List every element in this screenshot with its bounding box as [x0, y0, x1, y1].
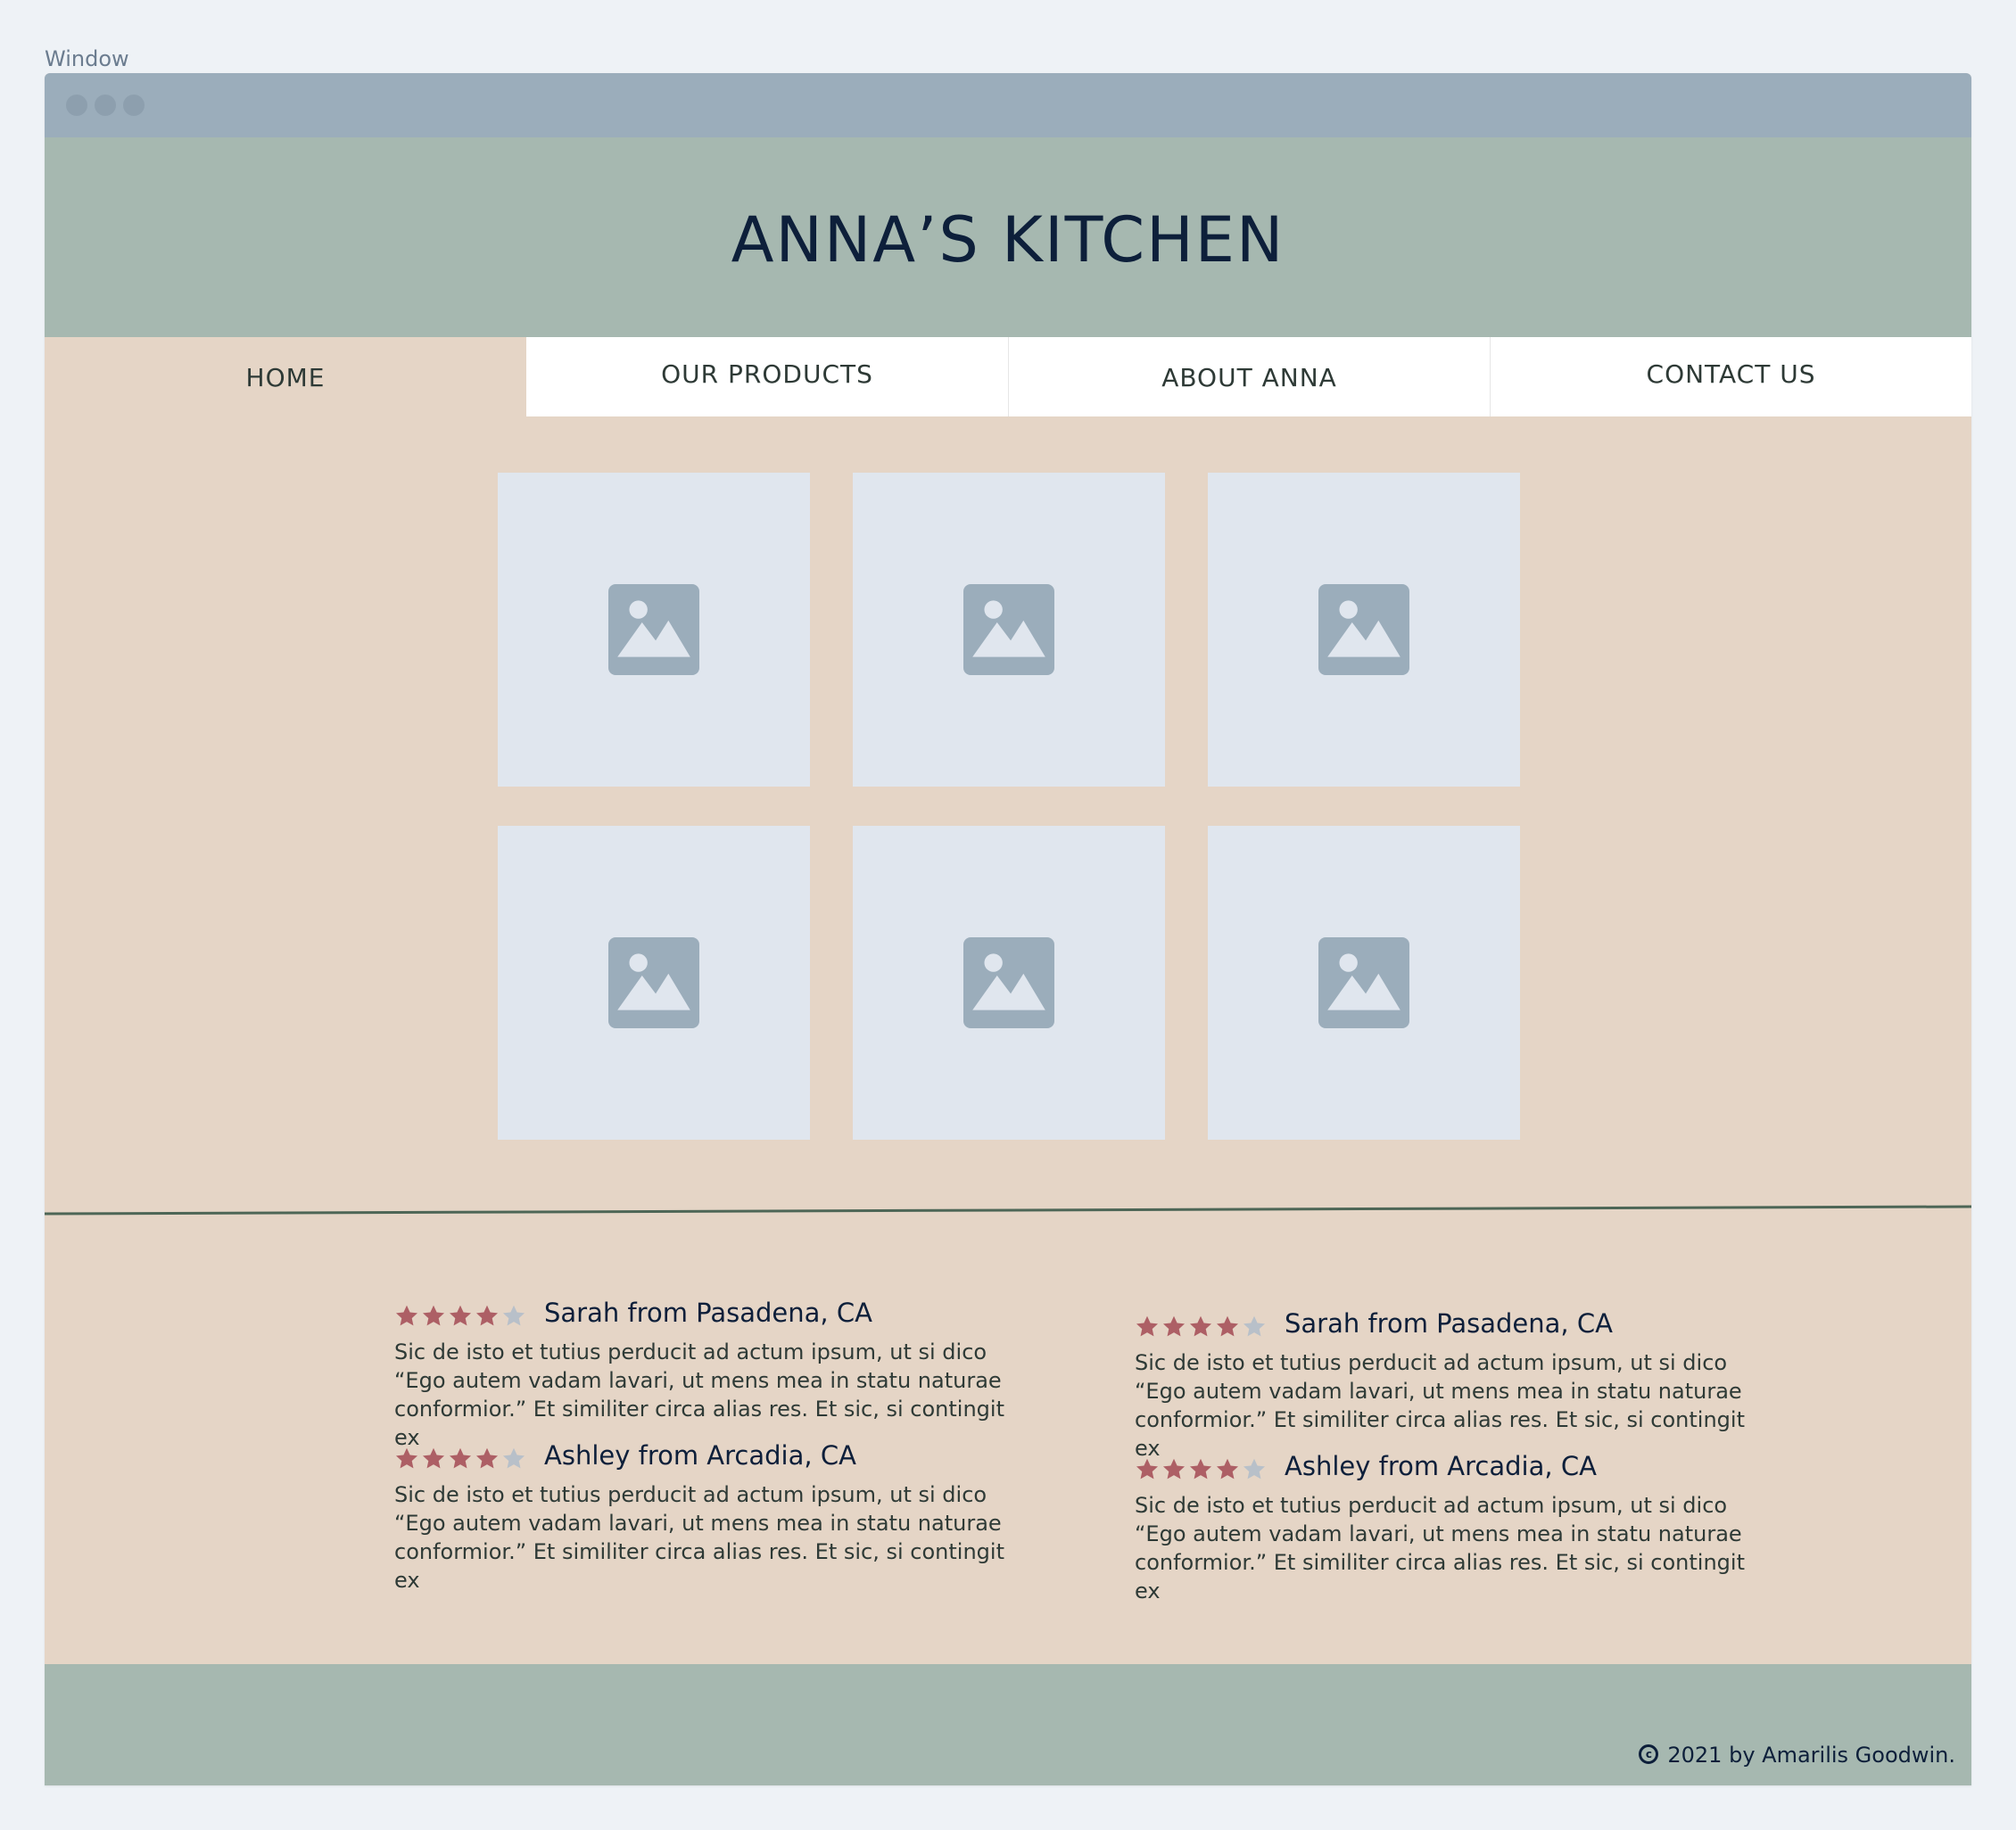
nav-item-home[interactable]: HOME — [45, 337, 526, 416]
review-text: Sic de isto et tutius perducit ad actum … — [1135, 1493, 1745, 1603]
review-card: Sarah from Pasadena, CA Sic de isto et t… — [1135, 1308, 1759, 1461]
nav-item-contact-us[interactable]: CONTACT US — [1490, 337, 1971, 416]
star-filled-icon — [1189, 1315, 1212, 1337]
star-filled-icon — [422, 1305, 445, 1326]
image-placeholder-icon — [1318, 937, 1409, 1028]
copyright-notice: c 2021 by Amarilis Goodwin. — [1639, 1743, 1955, 1768]
nav-item-label: CONTACT US — [1646, 359, 1816, 389]
gallery-image-2[interactable] — [853, 473, 1165, 787]
star-filled-icon — [1216, 1458, 1239, 1480]
window-close-dot[interactable] — [66, 95, 87, 116]
star-empty-icon — [502, 1305, 525, 1326]
reviewer-name: Sarah from Pasadena, CA — [544, 1298, 872, 1328]
star-filled-icon — [1189, 1458, 1212, 1480]
star-filled-icon — [1162, 1315, 1186, 1337]
star-filled-icon — [395, 1305, 418, 1326]
window-titlebar[interactable] — [45, 73, 1971, 137]
star-filled-icon — [449, 1305, 472, 1326]
copyright-text: 2021 by Amarilis Goodwin. — [1667, 1743, 1955, 1768]
window-label: Window — [45, 46, 129, 71]
reviewer-name: Sarah from Pasadena, CA — [1285, 1308, 1613, 1339]
star-filled-icon — [395, 1447, 418, 1469]
star-filled-icon — [1216, 1315, 1239, 1337]
star-filled-icon — [1136, 1458, 1159, 1480]
image-placeholder-icon — [608, 584, 699, 675]
star-empty-icon — [502, 1447, 525, 1469]
gallery-image-6[interactable] — [1208, 826, 1520, 1140]
site-footer: c 2021 by Amarilis Goodwin. — [45, 1664, 1971, 1785]
review-text: Sic de isto et tutius perducit ad actum … — [1135, 1350, 1745, 1461]
nav-item-our-products[interactable]: OUR PRODUCTS — [526, 337, 1008, 416]
copyright-icon: c — [1639, 1744, 1659, 1764]
star-filled-icon — [422, 1447, 445, 1469]
image-placeholder-icon — [608, 937, 699, 1028]
gallery-image-3[interactable] — [1208, 473, 1520, 787]
review-card: Ashley from Arcadia, CA Sic de isto et t… — [394, 1440, 1019, 1593]
image-placeholder-icon — [963, 937, 1054, 1028]
nav-item-about-anna[interactable]: ABOUT ANNA — [1008, 337, 1490, 416]
star-empty-icon — [1243, 1315, 1266, 1337]
nav-item-label: HOME — [245, 363, 326, 392]
gallery-image-4[interactable] — [498, 826, 810, 1140]
site-header: ANNA’S KITCHEN — [45, 137, 1971, 337]
review-card: Ashley from Arcadia, CA Sic de isto et t… — [1135, 1451, 1759, 1603]
window-minimize-dot[interactable] — [95, 95, 116, 116]
review-text: Sic de isto et tutius perducit ad actum … — [394, 1482, 1004, 1593]
window-maximize-dot[interactable] — [123, 95, 145, 116]
nav-item-label: OUR PRODUCTS — [661, 359, 873, 389]
browser-window: ANNA’S KITCHEN HOME OUR PRODUCTS ABOUT A… — [45, 73, 1971, 1785]
site-title: ANNA’S KITCHEN — [731, 203, 1285, 276]
star-filled-icon — [449, 1447, 472, 1469]
star-filled-icon — [475, 1447, 499, 1469]
main-nav: HOME OUR PRODUCTS ABOUT ANNA CONTACT US — [45, 337, 1971, 416]
review-text: Sic de isto et tutius perducit ad actum … — [394, 1340, 1004, 1450]
image-placeholder-icon — [963, 584, 1054, 675]
nav-item-label: ABOUT ANNA — [1161, 363, 1337, 392]
image-placeholder-icon — [1318, 584, 1409, 675]
star-empty-icon — [1243, 1458, 1266, 1480]
review-card: Sarah from Pasadena, CA Sic de isto et t… — [394, 1298, 1019, 1450]
gallery-image-1[interactable] — [498, 473, 810, 787]
star-filled-icon — [1162, 1458, 1186, 1480]
reviewer-name: Ashley from Arcadia, CA — [544, 1440, 856, 1471]
star-filled-icon — [1136, 1315, 1159, 1337]
reviewer-name: Ashley from Arcadia, CA — [1285, 1451, 1597, 1481]
star-filled-icon — [475, 1305, 499, 1326]
gallery-image-5[interactable] — [853, 826, 1165, 1140]
